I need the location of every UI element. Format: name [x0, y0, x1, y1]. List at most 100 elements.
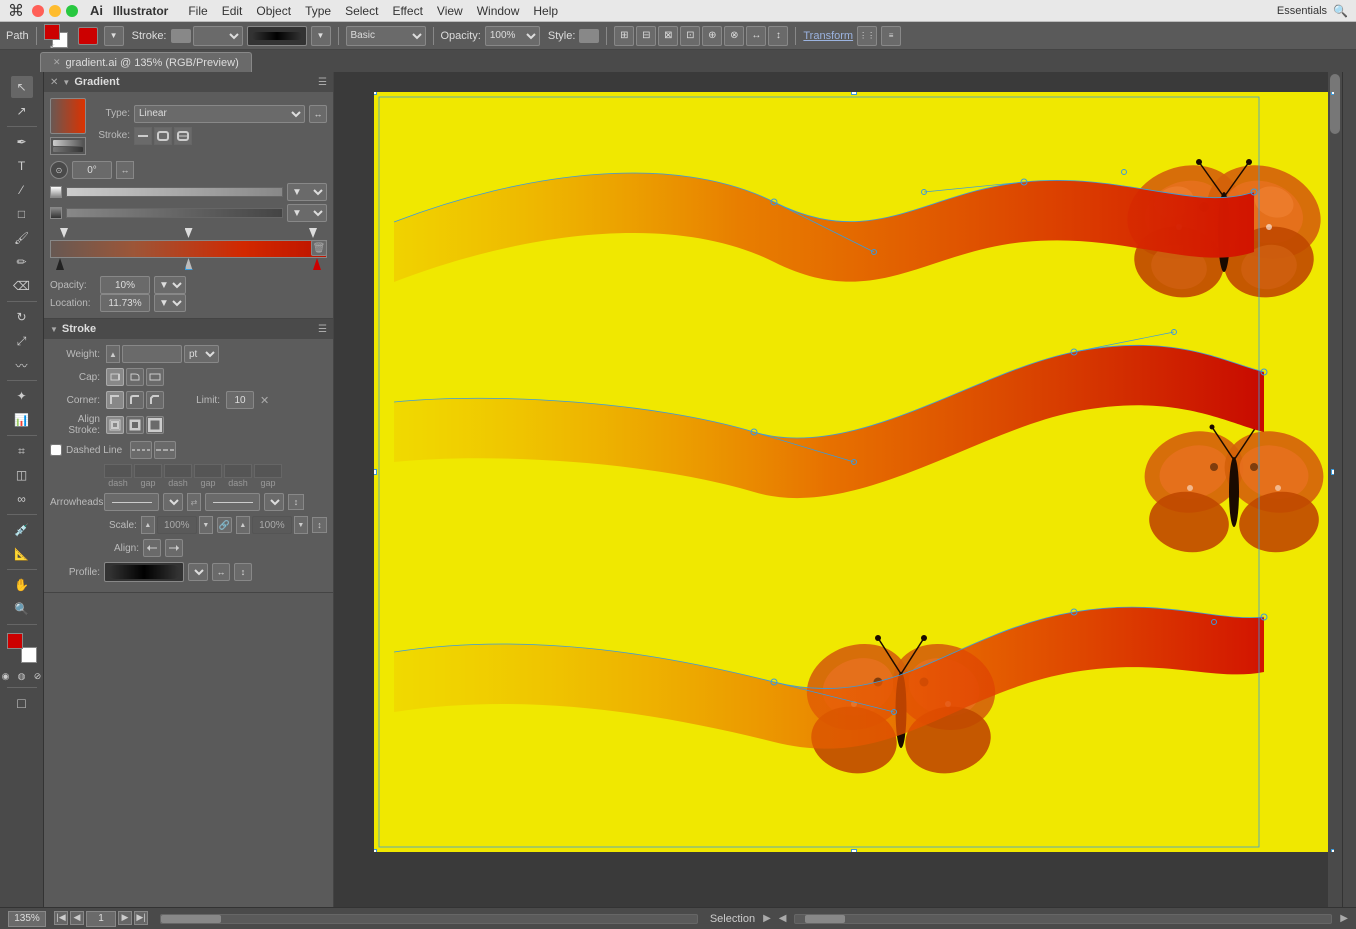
pencil-tool[interactable]: ✏ — [11, 251, 33, 273]
stroke-icon-1[interactable] — [134, 127, 152, 145]
handle-ml[interactable] — [374, 469, 377, 475]
align-icon-1[interactable]: ⊞ — [614, 26, 634, 46]
weight-units-select[interactable]: pt ▼ — [184, 345, 219, 363]
gradient-alpha-slider-1[interactable] — [66, 187, 283, 197]
warp-tool[interactable]: 〰 — [11, 354, 33, 376]
gradient-type-select[interactable]: Linear — [134, 105, 305, 123]
location-select[interactable]: ▼ — [154, 294, 186, 312]
scale-input-2[interactable]: 100% — [252, 516, 292, 534]
hand-tool[interactable]: ✋ — [11, 574, 33, 596]
scale-1-increment[interactable]: ▼ — [199, 516, 213, 534]
column-graph[interactable]: 📊 — [11, 409, 33, 431]
gap-input-3[interactable] — [254, 464, 282, 478]
symbol-sprayer[interactable]: ✦ — [11, 385, 33, 407]
dash-input-3[interactable] — [224, 464, 252, 478]
menu-effect[interactable]: Effect — [386, 4, 428, 18]
gradient-alpha-swatch[interactable] — [50, 186, 62, 198]
stroke-icon-3[interactable] — [174, 127, 192, 145]
handle-bl[interactable] — [374, 849, 377, 852]
corner-bevel-btn[interactable] — [146, 391, 164, 409]
direct-select-tool[interactable]: ↗ — [11, 100, 33, 122]
stroke-dropdown[interactable]: ▼ — [104, 26, 124, 46]
minimize-button[interactable] — [49, 5, 61, 17]
rotate-tool[interactable]: ↻ — [11, 306, 33, 328]
stroke-panel-menu[interactable]: ☰ — [318, 324, 327, 335]
align-icon-3[interactable]: ⊠ — [658, 26, 678, 46]
gradient-stop-3[interactable] — [313, 258, 321, 270]
distribute-icon-2[interactable]: ↕ — [768, 26, 788, 46]
canvas-area[interactable] — [334, 72, 1342, 929]
align-icon-4[interactable]: ⊡ — [680, 26, 700, 46]
gradient-tool[interactable]: ◫ — [11, 464, 33, 486]
scale-2-decrement[interactable]: ▲ — [236, 516, 250, 534]
handle-tr[interactable] — [1331, 92, 1334, 95]
status-scroll-left[interactable]: ◀ — [779, 913, 787, 924]
gradient-stop-top-3[interactable] — [309, 228, 317, 238]
handle-tm[interactable] — [851, 92, 857, 95]
apple-menu[interactable]: ⌘ — [8, 1, 24, 21]
limit-info-btn[interactable]: ✕ — [260, 394, 269, 407]
zoom-tool[interactable]: 🔍 — [11, 598, 33, 620]
scale-flip-btn[interactable]: ↕ — [312, 517, 327, 533]
gradient-collapse-arrow[interactable]: ▼ — [62, 78, 70, 87]
handle-mr[interactable] — [1331, 469, 1334, 475]
align-icon-5[interactable]: ⊕ — [702, 26, 722, 46]
cap-square-btn[interactable] — [146, 368, 164, 386]
gradient-panel-header[interactable]: ✕ ▼ Gradient ☰ — [44, 72, 333, 92]
menu-type[interactable]: Type — [299, 4, 337, 18]
right-collapse-panel[interactable] — [1342, 72, 1356, 929]
menu-edit[interactable]: Edit — [216, 4, 249, 18]
gradient-stop-1[interactable] — [56, 258, 64, 270]
gradient-color-bar[interactable] — [50, 240, 327, 258]
gradient-alpha-dropdown-2[interactable]: ▼ — [287, 204, 327, 222]
type-tool[interactable]: T — [11, 155, 33, 177]
arrow-start-select[interactable]: ▼ — [163, 493, 183, 511]
essentials-label[interactable]: Essentials — [1277, 5, 1327, 17]
cap-round-btn[interactable] — [126, 368, 144, 386]
menu-select[interactable]: Select — [339, 4, 384, 18]
align-icon-6[interactable]: ⊗ — [724, 26, 744, 46]
style-indicator[interactable] — [579, 29, 599, 43]
align-icon-2[interactable]: ⊟ — [636, 26, 656, 46]
reverse-gradient-btn[interactable]: ↔ — [116, 161, 134, 179]
fill-swatch-fg[interactable] — [44, 24, 60, 40]
prev-page-btn[interactable]: ◀ — [70, 911, 84, 925]
gradient-stop-top-2[interactable] — [185, 228, 193, 238]
stroke-panel-header[interactable]: ▼ Stroke ☰ — [44, 319, 333, 339]
scale-1-decrement[interactable]: ▲ — [141, 516, 155, 534]
gradient-stop-top-1[interactable] — [60, 228, 68, 238]
color-mode-btn[interactable]: ◉ — [0, 669, 13, 683]
scale-link-btn[interactable]: 🔗 — [217, 517, 232, 533]
menu-view[interactable]: View — [431, 4, 469, 18]
tool-color-swatches[interactable] — [7, 633, 37, 663]
handle-tl[interactable] — [374, 92, 377, 95]
delete-gradient-stop-btn[interactable]: 🗑 — [311, 240, 327, 256]
line-tool[interactable]: ⁄ — [11, 179, 33, 201]
profile-select[interactable]: ▼ — [188, 563, 208, 581]
gradient-panel-menu[interactable]: ☰ — [318, 77, 327, 88]
dashed-pattern-2[interactable] — [154, 441, 176, 459]
measure-tool[interactable]: 📐 — [11, 543, 33, 565]
gap-input-2[interactable] — [194, 464, 222, 478]
stroke-color-select[interactable] — [193, 26, 243, 46]
scale-input-1[interactable]: 100% — [157, 516, 197, 534]
search-icon[interactable]: 🔍 — [1333, 4, 1348, 18]
screen-mode-btn[interactable]: □ — [11, 692, 33, 714]
tab-close-btn[interactable]: ✕ — [53, 57, 61, 68]
limit-input[interactable]: 10 — [226, 391, 254, 409]
gradient-reverse-btn[interactable]: ↔ — [309, 105, 327, 123]
brush-select[interactable]: Basic — [346, 26, 426, 46]
status-scrollbar[interactable] — [160, 914, 698, 924]
shape-tool[interactable]: □ — [11, 203, 33, 225]
gradient-alpha-swatch-2[interactable] — [50, 207, 62, 219]
stroke-icon-2[interactable] — [154, 127, 172, 145]
distribute-icon-1[interactable]: ↔ — [746, 26, 766, 46]
more-options-btn[interactable]: ≡ — [881, 26, 901, 46]
dash-input-1[interactable] — [104, 464, 132, 478]
gradient-fill-swatch[interactable] — [50, 98, 86, 134]
gradient-panel-close[interactable]: ✕ — [50, 77, 58, 88]
dashed-pattern-1[interactable] — [130, 441, 152, 459]
blend-tool[interactable]: ∞ — [11, 488, 33, 510]
angle-input[interactable] — [72, 161, 112, 179]
menu-help[interactable]: Help — [527, 4, 564, 18]
